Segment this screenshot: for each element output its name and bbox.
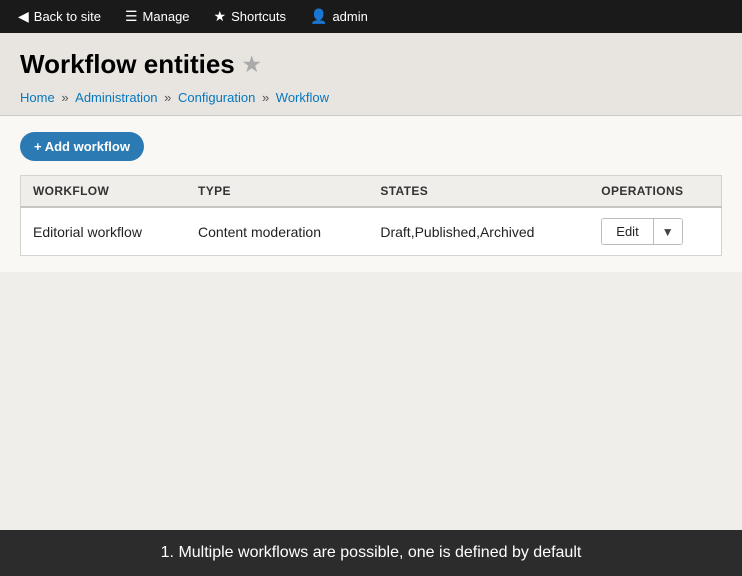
- col-workflow: WORKFLOW: [21, 176, 187, 208]
- main-content: + Add workflow WORKFLOW TYPE STATES OPER…: [0, 116, 742, 272]
- user-icon: 👤: [310, 8, 327, 25]
- breadcrumb-workflow-link[interactable]: Workflow: [276, 90, 329, 105]
- breadcrumb-configuration-link[interactable]: Configuration: [178, 90, 255, 105]
- workflow-type: Content moderation: [186, 207, 368, 256]
- manage-link[interactable]: ☰ Manage: [115, 4, 200, 29]
- add-workflow-button[interactable]: + Add workflow: [20, 132, 144, 161]
- shortcuts-star-icon: ★: [214, 8, 227, 25]
- workflow-operations: Edit ▼: [589, 207, 721, 256]
- col-type: TYPE: [186, 176, 368, 208]
- back-arrow-icon: ◀: [18, 8, 29, 25]
- page-header: Workflow entities ★ Home » Administratio…: [0, 33, 742, 116]
- workflow-name: Editorial workflow: [21, 207, 187, 256]
- top-navbar: ◀ Back to site ☰ Manage ★ Shortcuts 👤 ad…: [0, 0, 742, 33]
- col-states: STATES: [368, 176, 589, 208]
- edit-dropdown-button[interactable]: ▼: [653, 219, 682, 244]
- edit-button-group: Edit ▼: [601, 218, 682, 245]
- col-operations: OPERATIONS: [589, 176, 721, 208]
- back-to-site-label: Back to site: [34, 9, 101, 24]
- breadcrumb-home-link[interactable]: Home: [20, 90, 55, 105]
- favorite-star-icon[interactable]: ★: [243, 52, 261, 77]
- footer-message: 1. Multiple workflows are possible, one …: [161, 544, 582, 561]
- manage-icon: ☰: [125, 8, 138, 25]
- breadcrumb: Home » Administration » Configuration » …: [20, 90, 722, 105]
- shortcuts-label: Shortcuts: [231, 9, 286, 24]
- admin-label: admin: [332, 9, 367, 24]
- workflow-table: WORKFLOW TYPE STATES OPERATIONS Editoria…: [20, 175, 722, 256]
- table-row: Editorial workflow Content moderation Dr…: [21, 207, 722, 256]
- page-title-text: Workflow entities: [20, 49, 235, 80]
- footer-bar: 1. Multiple workflows are possible, one …: [0, 530, 742, 576]
- edit-button[interactable]: Edit: [602, 219, 652, 244]
- workflow-states: Draft,Published,Archived: [368, 207, 589, 256]
- breadcrumb-administration-link[interactable]: Administration: [75, 90, 157, 105]
- admin-link[interactable]: 👤 admin: [300, 4, 378, 29]
- table-header-row: WORKFLOW TYPE STATES OPERATIONS: [21, 176, 722, 208]
- back-to-site-link[interactable]: ◀ Back to site: [8, 4, 111, 29]
- page-title: Workflow entities ★: [20, 49, 722, 80]
- shortcuts-link[interactable]: ★ Shortcuts: [204, 4, 296, 29]
- manage-label: Manage: [143, 9, 190, 24]
